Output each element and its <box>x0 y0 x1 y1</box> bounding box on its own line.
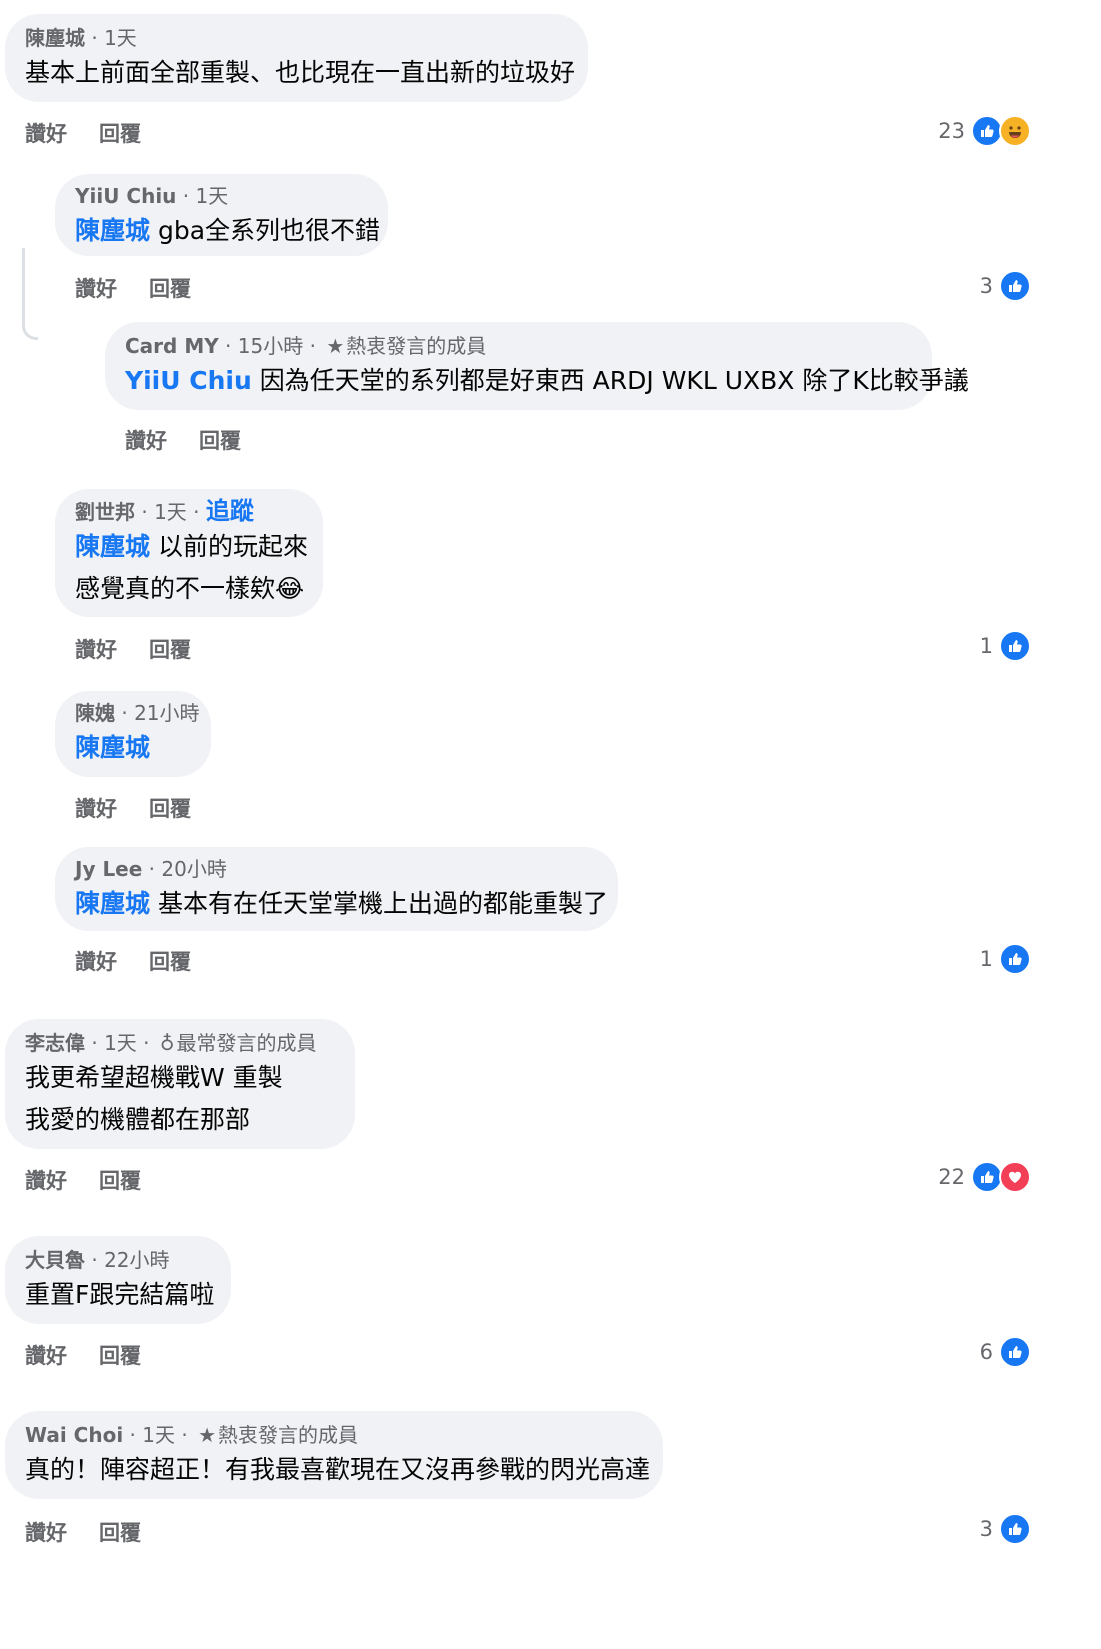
reply-button[interactable]: 回覆 <box>99 1517 141 1547</box>
comment-text: gba全系列也很不錯 <box>150 216 381 245</box>
member-badge: 熱衷發言的成員 <box>346 334 487 358</box>
reply-bubble: Card MY · 15小時 · ★ 熱衷發言的成員 YiiU Chiu 因為任天… <box>105 322 969 410</box>
comment-text: 我更希望超機戰W 重製 <box>25 1063 283 1092</box>
reply-button[interactable]: 回覆 <box>99 1165 141 1195</box>
like-button[interactable]: 讚好 <box>125 425 167 455</box>
comment-author[interactable]: 劉世邦 <box>75 500 135 524</box>
like-icon <box>999 1513 1031 1545</box>
star-icon: ★ <box>198 1423 217 1447</box>
reply-bubble: 陳媿 · 21小時 陳塵城 <box>55 691 211 777</box>
reply-bubble: 劉世邦 · 1天 · 追蹤 陳塵城 以前的玩起來 感覺真的不一樣欸😂 <box>55 489 323 617</box>
reply-button[interactable]: 回覆 <box>149 946 191 976</box>
comment-actions: 讚好 回覆 <box>25 1165 173 1195</box>
comment-text-line2: 我愛的機體都在那部 <box>25 1105 251 1134</box>
reply-button[interactable]: 回覆 <box>99 1340 141 1370</box>
comment-bubble: Wai Choi · 1天 · ★ 熱衷發言的成員 真的！陣容超正！有我最喜歡現在… <box>5 1411 663 1499</box>
comment-actions: 讚好 回覆 <box>75 634 223 664</box>
like-button[interactable]: 讚好 <box>75 273 117 303</box>
like-icon <box>999 270 1031 302</box>
haha-icon <box>999 115 1031 147</box>
like-button[interactable]: 讚好 <box>25 1517 67 1547</box>
comment-author[interactable]: 陳塵城 <box>25 26 85 50</box>
mention-link[interactable]: 陳塵城 <box>75 216 150 245</box>
reaction-summary[interactable]: 1 <box>980 630 1031 662</box>
love-icon <box>999 1161 1031 1193</box>
comment-author[interactable]: 陳媿 <box>75 701 115 725</box>
comment-actions: 讚好 回覆 <box>75 273 223 303</box>
comment-text: 基本有在任天堂掌機上出過的都能重製了 <box>150 889 608 918</box>
comment-actions: 讚好 回覆 <box>125 425 273 455</box>
reply-bubble: Jy Lee · 20小時 陳塵城 基本有在任天堂掌機上出過的都能重製了 <box>55 847 618 931</box>
comment-time[interactable]: 21小時 <box>134 701 199 725</box>
comment-time[interactable]: 20小時 <box>161 857 226 881</box>
comment-bubble: 李志偉 · 1天 · ♁ 最常發言的成員 我更希望超機戰W 重製 我愛的機體都在那… <box>5 1019 355 1149</box>
comment-time[interactable]: 22小時 <box>104 1248 169 1272</box>
comment-time[interactable]: 1天 <box>104 1031 137 1055</box>
like-icon <box>999 1336 1031 1368</box>
comment-actions: 讚好 回覆 <box>75 793 223 823</box>
comment-time[interactable]: 1天 <box>154 500 187 524</box>
comment-time[interactable]: 15小時 <box>238 334 303 358</box>
reaction-summary[interactable]: 22 <box>938 1161 1031 1193</box>
reaction-count: 3 <box>979 274 993 298</box>
reply-bubble: YiiU Chiu · 1天 陳塵城 gba全系列也很不錯 <box>55 174 388 256</box>
like-icon <box>999 630 1031 662</box>
reaction-count: 23 <box>938 119 965 143</box>
comment-author[interactable]: 李志偉 <box>25 1031 85 1055</box>
reaction-summary[interactable]: 23 <box>938 115 1031 147</box>
mention-link[interactable]: 陳塵城 <box>75 532 150 561</box>
member-badge: 熱衷發言的成員 <box>218 1423 359 1447</box>
reaction-count: 22 <box>938 1165 965 1189</box>
comment-bubble: 陳塵城 · 1天 基本上前面全部重製、也比現在一直出新的垃圾好 <box>5 14 588 102</box>
reaction-count: 1 <box>979 634 993 658</box>
comment-author[interactable]: 大貝魯 <box>25 1248 85 1272</box>
like-button[interactable]: 讚好 <box>25 118 67 148</box>
comment-author[interactable]: YiiU Chiu <box>75 184 176 208</box>
mention-link[interactable]: 陳塵城 <box>75 733 150 762</box>
comment-actions: 讚好 回覆 <box>25 1340 173 1370</box>
like-button[interactable]: 讚好 <box>25 1165 67 1195</box>
reaction-summary[interactable]: 1 <box>980 943 1031 975</box>
like-button[interactable]: 讚好 <box>75 634 117 664</box>
like-button[interactable]: 讚好 <box>25 1340 67 1370</box>
comment-text-line2: 感覺真的不一樣欸😂 <box>75 574 305 603</box>
mention-link[interactable]: 陳塵城 <box>75 889 150 918</box>
reply-button[interactable]: 回覆 <box>149 634 191 664</box>
star-icon: ★ <box>326 334 345 358</box>
reaction-summary[interactable]: 3 <box>980 1513 1031 1545</box>
reply-button[interactable]: 回覆 <box>199 425 241 455</box>
follow-link[interactable]: 追蹤 <box>206 497 254 525</box>
reaction-count: 1 <box>979 947 993 971</box>
like-button[interactable]: 讚好 <box>75 793 117 823</box>
comment-actions: 讚好 回覆 <box>25 1517 173 1547</box>
reply-thread-line <box>22 248 38 340</box>
reaction-summary[interactable]: 6 <box>980 1336 1031 1368</box>
comment-time[interactable]: 1天 <box>195 184 228 208</box>
comment-time[interactable]: 1天 <box>104 26 137 50</box>
reply-button[interactable]: 回覆 <box>99 118 141 148</box>
mention-link[interactable]: YiiU Chiu <box>125 366 252 395</box>
comment-text: 以前的玩起來 <box>150 532 308 561</box>
comment-author[interactable]: Card MY <box>125 334 219 358</box>
comment-actions: 讚好 回覆 <box>25 118 173 148</box>
reaction-summary[interactable]: 3 <box>980 270 1031 302</box>
comment-text: 真的！陣容超正！有我最喜歡現在又沒再參戰的閃光高達 <box>25 1455 651 1484</box>
reaction-count: 6 <box>979 1340 993 1364</box>
award-icon: ♁ <box>159 1031 175 1055</box>
comment-text: 基本上前面全部重製、也比現在一直出新的垃圾好 <box>25 58 576 87</box>
comment-text: 因為任天堂的系列都是好東西 ARDJ WKL UXBX 除了K比較爭議 <box>251 366 969 395</box>
member-badge: 最常發言的成員 <box>176 1031 317 1055</box>
comment-text: 重置F跟完結篇啦 <box>25 1280 215 1309</box>
like-button[interactable]: 讚好 <box>75 946 117 976</box>
like-icon <box>999 943 1031 975</box>
comment-time[interactable]: 1天 <box>142 1423 175 1447</box>
reply-button[interactable]: 回覆 <box>149 793 191 823</box>
reaction-count: 3 <box>979 1517 993 1541</box>
comment-actions: 讚好 回覆 <box>75 946 223 976</box>
comment-author[interactable]: Jy Lee <box>75 857 142 881</box>
reply-button[interactable]: 回覆 <box>149 273 191 303</box>
comment-bubble: 大貝魯 · 22小時 重置F跟完結篇啦 <box>5 1236 231 1324</box>
comment-author[interactable]: Wai Choi <box>25 1423 123 1447</box>
